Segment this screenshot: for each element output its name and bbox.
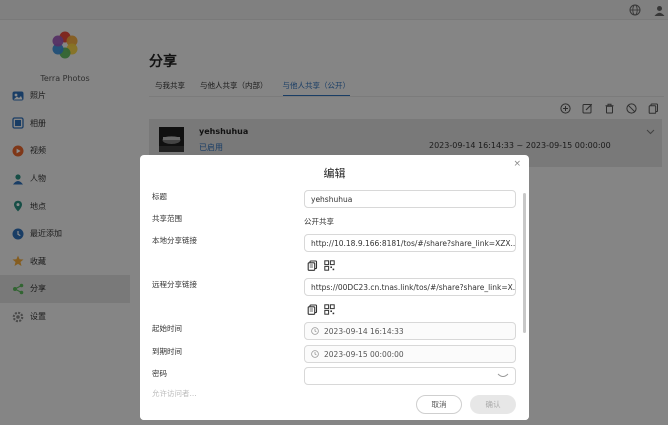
remote-link-actions xyxy=(306,303,340,315)
eye-closed-icon[interactable] xyxy=(497,373,509,379)
title-label: 标题 xyxy=(152,192,167,201)
local-link-field[interactable]: http://10.18.9.166:8181/tos/#/share?shar… xyxy=(304,234,516,252)
scope-value: 公开共享 xyxy=(304,217,334,226)
dialog-scrollbar[interactable] xyxy=(523,193,526,333)
edit-share-dialog: 编辑 × 标题 yehshuhua 共享范围 公开共享 本地分享链接 http:… xyxy=(140,155,529,420)
clock-icon xyxy=(311,350,319,358)
start-time-value: 2023-09-14 16:14:33 xyxy=(324,326,404,336)
dialog-footer: 取消 确认 xyxy=(140,385,529,420)
end-time-field[interactable]: 2023-09-15 00:00:00 xyxy=(304,345,516,363)
start-time-field[interactable]: 2023-09-14 16:14:33 xyxy=(304,322,516,340)
close-icon[interactable]: × xyxy=(513,159,521,169)
scope-label: 共享范围 xyxy=(152,214,182,223)
password-label: 密码 xyxy=(152,369,167,378)
next-field-label: 允许访问者... xyxy=(152,389,197,398)
copy-link-icon[interactable] xyxy=(306,303,318,315)
copy-link-icon[interactable] xyxy=(306,259,318,271)
local-link-label: 本地分享链接 xyxy=(152,236,197,245)
qrcode-icon[interactable] xyxy=(323,303,335,315)
confirm-button[interactable]: 确认 xyxy=(470,395,516,414)
start-time-label: 起始时间 xyxy=(152,324,182,333)
remote-link-field[interactable]: https://00DC23.cn.tnas.link/tos/#/share?… xyxy=(304,278,516,296)
end-time-label: 到期时间 xyxy=(152,347,182,356)
password-field[interactable] xyxy=(304,367,516,385)
end-time-value: 2023-09-15 00:00:00 xyxy=(324,349,404,359)
cancel-button[interactable]: 取消 xyxy=(416,395,462,414)
dialog-title: 编辑 xyxy=(323,167,346,180)
local-link-actions xyxy=(306,259,340,271)
title-field[interactable]: yehshuhua xyxy=(304,190,516,208)
remote-link-label: 远程分享链接 xyxy=(152,280,197,289)
clock-icon xyxy=(311,327,319,335)
qrcode-icon[interactable] xyxy=(323,259,335,271)
